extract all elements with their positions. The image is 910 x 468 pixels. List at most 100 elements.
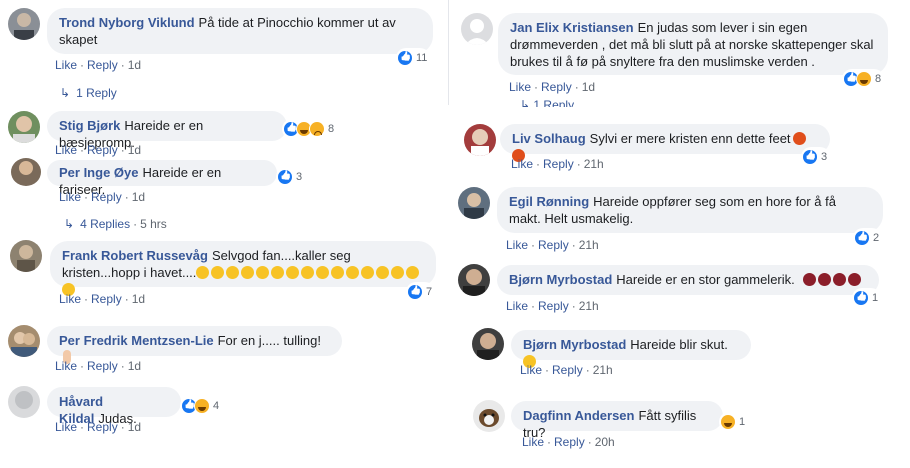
comment-author[interactable]: Per Inge Øye xyxy=(59,165,138,180)
reaction-count: 2 xyxy=(873,232,880,244)
comment-bubble: Håvard Kildal Judas. xyxy=(47,387,181,426)
comment-actions: Like · Reply · 1d xyxy=(55,420,142,434)
avatar[interactable] xyxy=(458,264,490,296)
reply-link[interactable]: Reply xyxy=(538,238,569,252)
reaction-count: 7 xyxy=(426,286,433,298)
comment-bubble: Bjørn Myrbostad Hareide blir skut. xyxy=(511,330,751,368)
like-link[interactable]: Like xyxy=(55,58,77,72)
comment-text: Sylvi er mere kristen enn dette feet xyxy=(589,131,791,146)
reaction-count: 8 xyxy=(875,73,882,85)
comment-bubble: Bjørn Myrbostad Hareide er en stor gammel… xyxy=(497,265,879,295)
reaction-summary[interactable]: 1 xyxy=(719,412,749,432)
reaction-count: 3 xyxy=(821,151,828,163)
timestamp[interactable]: 1d xyxy=(128,359,141,373)
reaction-summary[interactable]: 3 xyxy=(801,147,831,167)
comment-text: For en j..... tulling! xyxy=(217,333,321,348)
comment-bubble: Frank Robert Russevåg Selvgod fan....kall… xyxy=(50,241,436,296)
timestamp[interactable]: 21h xyxy=(579,299,599,313)
like-reaction-icon xyxy=(853,290,869,306)
like-reaction-icon xyxy=(407,284,423,300)
timestamp[interactable]: 1d xyxy=(128,420,141,434)
view-replies-link[interactable]: ↳ 4 Replies · 5 hrs xyxy=(64,217,167,231)
timestamp[interactable]: 1d xyxy=(582,80,595,94)
timestamp[interactable]: 1d xyxy=(128,143,141,157)
comment-author[interactable]: Liv Solhaug xyxy=(512,131,586,146)
reaction-count: 1 xyxy=(739,416,746,428)
like-link[interactable]: Like xyxy=(59,292,81,306)
view-replies-link-cropped[interactable]: ↳ 1 Reply xyxy=(520,98,574,107)
reply-link[interactable]: Reply xyxy=(87,359,118,373)
comment-author[interactable]: Stig Bjørk xyxy=(59,118,120,133)
reply-link[interactable]: Reply xyxy=(552,363,583,377)
avatar[interactable] xyxy=(458,187,490,219)
reply-link[interactable]: Reply xyxy=(538,299,569,313)
haha-reaction-icon xyxy=(720,414,736,430)
timestamp[interactable]: 1d xyxy=(132,190,145,204)
comment-actions: Like · Reply · 21h xyxy=(506,299,599,313)
like-link[interactable]: Like xyxy=(522,435,544,449)
reaction-summary[interactable]: 11 xyxy=(396,48,431,68)
reaction-summary[interactable]: 2 xyxy=(853,228,883,248)
view-replies-link[interactable]: ↳ 1 Reply xyxy=(60,86,117,100)
comment-actions: Like · Reply · 21h xyxy=(520,363,613,377)
avatar[interactable] xyxy=(464,124,496,156)
like-link[interactable]: Like xyxy=(506,238,528,252)
like-link[interactable]: Like xyxy=(509,80,531,94)
timestamp[interactable]: 1d xyxy=(128,58,141,72)
like-link[interactable]: Like xyxy=(55,359,77,373)
comment-actions: Like · Reply · 20h xyxy=(522,435,615,449)
reply-link[interactable]: Reply xyxy=(87,420,118,434)
avatar[interactable] xyxy=(472,328,504,360)
comment-author[interactable]: Frank Robert Russevåg xyxy=(62,248,208,263)
reaction-summary[interactable]: 4 xyxy=(180,396,223,416)
reply-link[interactable]: Reply xyxy=(91,292,122,306)
timestamp[interactable]: 21h xyxy=(584,157,604,171)
reaction-summary[interactable]: 7 xyxy=(406,282,436,302)
reply-link[interactable]: Reply xyxy=(91,190,122,204)
timestamp[interactable]: 1d xyxy=(132,292,145,306)
comment-author[interactable]: Trond Nyborg Viklund xyxy=(59,15,195,30)
comment-author[interactable]: Bjørn Myrbostad xyxy=(523,337,626,352)
timestamp[interactable]: 21h xyxy=(579,238,599,252)
comment-bubble: Dagfinn Andersen Fått syfilis tru? xyxy=(511,401,723,440)
avatar[interactable] xyxy=(8,111,40,143)
avatar[interactable] xyxy=(461,13,493,45)
comment-author[interactable]: Per Fredrik Mentzsen-Lie xyxy=(59,333,214,348)
like-link[interactable]: Like xyxy=(55,420,77,434)
avatar[interactable] xyxy=(8,386,40,418)
replies-timestamp: 5 hrs xyxy=(140,217,167,231)
comment-author[interactable]: Dagfinn Andersen xyxy=(523,408,634,423)
reply-link[interactable]: Reply xyxy=(554,435,585,449)
comment-author[interactable]: Egil Rønning xyxy=(509,194,589,209)
haha-reaction-icon xyxy=(856,71,872,87)
like-reaction-icon xyxy=(854,230,870,246)
comment-actions: Like · Reply · 1d xyxy=(509,80,596,94)
avatar[interactable] xyxy=(8,325,40,357)
reply-link[interactable]: Reply xyxy=(543,157,574,171)
reaction-summary[interactable]: 8 xyxy=(842,69,885,89)
reaction-summary[interactable]: 1 xyxy=(852,288,882,308)
like-link[interactable]: Like xyxy=(506,299,528,313)
like-link[interactable]: Like xyxy=(59,190,81,204)
timestamp[interactable]: 20h xyxy=(595,435,615,449)
reaction-summary[interactable]: 8 xyxy=(282,119,338,139)
like-link[interactable]: Like xyxy=(511,157,533,171)
comment-actions: Like · Reply · 21h xyxy=(511,157,604,171)
avatar[interactable] xyxy=(8,8,40,40)
replies-label: 4 Replies xyxy=(80,217,131,231)
avatar[interactable] xyxy=(473,400,505,432)
reaction-count: 3 xyxy=(296,171,303,183)
reaction-summary[interactable]: 3 xyxy=(276,167,306,187)
timestamp[interactable]: 21h xyxy=(593,363,613,377)
like-link[interactable]: Like xyxy=(520,363,542,377)
comment-author[interactable]: Jan Elix Kristiansen xyxy=(510,20,634,35)
reply-link[interactable]: Reply xyxy=(541,80,572,94)
reply-link[interactable]: Reply xyxy=(87,143,118,157)
reply-arrow-icon: ↳ xyxy=(60,86,71,100)
comment-author[interactable]: Bjørn Myrbostad xyxy=(509,272,612,287)
avatar[interactable] xyxy=(10,240,42,272)
like-link[interactable]: Like xyxy=(55,143,77,157)
avatar[interactable] xyxy=(11,158,41,186)
reaction-count: 1 xyxy=(872,292,879,304)
reply-link[interactable]: Reply xyxy=(87,58,118,72)
